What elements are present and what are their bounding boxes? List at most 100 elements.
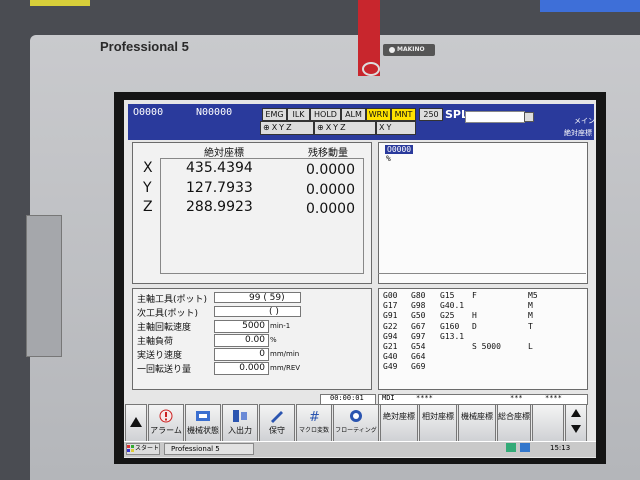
softkey-alarm-label: アラーム xyxy=(150,426,182,435)
feed-rate-unit: mm/min xyxy=(270,350,300,358)
spindle-speed-unit: min-1 xyxy=(270,322,291,330)
gcode-cell: G40 xyxy=(383,352,398,362)
gcode-cell: S 5000 xyxy=(472,342,501,351)
makino-logo: MAKINO xyxy=(383,44,435,56)
status-field-1: **** xyxy=(416,394,433,402)
gcode-cell: G80 xyxy=(411,291,426,300)
spindle-speed-label: 主軸回転速度 xyxy=(137,323,192,333)
arrow-left-icon xyxy=(130,417,142,427)
gcode-cell: G21 xyxy=(383,342,398,351)
gcode-cell: G22 xyxy=(383,321,398,331)
softkey-prev-button[interactable] xyxy=(125,404,147,442)
gcode-panel xyxy=(378,288,588,390)
axis-z-rem: 0.0000 xyxy=(306,201,355,217)
gcode-cell: L xyxy=(528,342,533,351)
gcode-cell: G13.1 xyxy=(440,331,465,341)
softkey-machine-coord-button[interactable]: 機械座標 xyxy=(458,404,496,442)
gcode-cell: G00 xyxy=(383,291,398,300)
status-alm: ALM xyxy=(341,108,366,121)
machine-top-panel xyxy=(540,0,640,12)
status-field-3: **** xyxy=(545,394,562,402)
gcode-cell: H xyxy=(472,311,477,321)
arrow-down-icon xyxy=(571,425,581,433)
status-emg: EMG xyxy=(262,108,287,121)
softkey-io-button[interactable]: 入出力 xyxy=(222,404,258,442)
gcode-cell: M5 xyxy=(528,291,538,300)
status-hold: HOLD xyxy=(310,108,341,121)
axis-select-3: XY xyxy=(376,121,416,135)
feed-per-rev-value: 0.000 xyxy=(214,362,269,375)
elapsed-time: 00:00:01 xyxy=(330,394,364,402)
axis-select-2: ⊕XYZ xyxy=(314,121,376,135)
tag-ring-icon xyxy=(362,62,380,76)
program-n-number: N00000 xyxy=(196,107,233,118)
start-button[interactable]: スタート xyxy=(126,443,160,455)
gcode-cell: G69 xyxy=(411,362,426,372)
softkey-overall-label: 総合座標 xyxy=(498,412,530,421)
softkey-machine-status-button[interactable]: 機械状態 xyxy=(185,404,221,442)
spindle-tool-label: 主軸工具(ポット) xyxy=(137,295,208,305)
gcode-cell: G40.1 xyxy=(440,301,465,311)
softkey-alarm-button[interactable]: アラーム xyxy=(148,404,184,442)
gcode-cell: G98 xyxy=(411,301,426,311)
gcode-cell: G17 xyxy=(383,301,398,311)
status-mnt: MNT xyxy=(391,108,416,121)
gcode-cell: G160 xyxy=(440,321,460,331)
axis-select-1: ⊕XYZ xyxy=(260,121,314,135)
softkey-absolute-button[interactable]: 絶対座標 xyxy=(380,404,418,442)
io-icon xyxy=(233,410,247,422)
program-line-2: % xyxy=(386,154,391,163)
gcode-cell: D xyxy=(472,321,477,331)
softkey-floating-button[interactable]: フローティング xyxy=(333,404,379,442)
taskbar-app-button[interactable]: Professional 5 xyxy=(164,443,254,455)
next-tool-label: 次工具(ポット) xyxy=(137,309,199,319)
axis-y-rem: 0.0000 xyxy=(306,182,355,198)
hash-icon: # xyxy=(309,410,320,423)
floating-icon xyxy=(350,410,362,422)
gcode-cell: T xyxy=(528,321,533,331)
spindle-tool-value: 99 ( 59) xyxy=(214,292,301,303)
gcode-cell: G49 xyxy=(383,362,398,372)
softkey-machine-coord-label: 機械座標 xyxy=(461,412,493,421)
machine-status-icon xyxy=(196,411,210,421)
softkey-maintenance-button[interactable]: 保守 xyxy=(259,404,295,442)
axis-y-label: Y xyxy=(143,180,152,196)
windows-logo-icon xyxy=(127,445,134,452)
axis-x-label: X xyxy=(143,160,153,176)
svg-text:#: # xyxy=(309,410,320,423)
axis-x-rem: 0.0000 xyxy=(306,162,355,178)
program-o-number: O0000 xyxy=(133,107,164,118)
program-panel[interactable] xyxy=(378,142,588,284)
spindle-load-unit: % xyxy=(270,336,277,344)
program-line-1: O0000 xyxy=(385,145,414,154)
feed-per-rev-unit: mm/REV xyxy=(270,364,301,372)
feed-rate-value: 0 xyxy=(214,348,269,361)
gcode-cell: G25 xyxy=(440,311,455,321)
program-divider xyxy=(378,273,586,274)
softkey-relative-button[interactable]: 相対座標 xyxy=(419,404,457,442)
softkey-absolute-label: 絶対座標 xyxy=(383,412,415,421)
axis-z-abs: 288.9923 xyxy=(186,199,253,215)
softkey-io-label: 入出力 xyxy=(228,426,252,435)
tray-network-icon xyxy=(506,443,516,452)
spindle-load-label: 主軸負荷 xyxy=(137,337,174,347)
screen-name-absolute: 絶対座標 xyxy=(564,129,592,137)
side-slot xyxy=(26,215,62,357)
softkey-page-button[interactable] xyxy=(565,404,587,442)
status-field-2: *** xyxy=(510,394,523,402)
softkey-maintenance-label: 保守 xyxy=(269,426,285,435)
spl-field xyxy=(465,111,525,123)
gcode-cell: F xyxy=(472,291,477,300)
brand-title: Professional 5 xyxy=(100,39,189,54)
status-ilk: ILK xyxy=(287,108,310,121)
softkey-overall-button[interactable]: 総合座標 xyxy=(497,404,531,442)
softkey-macro-button[interactable]: # マクロ変数 xyxy=(296,404,332,442)
gcode-cell: M xyxy=(528,301,533,311)
softkey-blank-button[interactable] xyxy=(532,404,564,442)
spindle-speed-value: 5000 xyxy=(214,320,269,333)
gcode-cell: G97 xyxy=(411,331,426,341)
screen-name-main: メイン xyxy=(574,117,595,125)
softkey-machine-status-label: 機械状態 xyxy=(187,426,219,435)
operation-mode: MDI xyxy=(382,394,395,402)
axis-z-label: Z xyxy=(143,199,153,215)
